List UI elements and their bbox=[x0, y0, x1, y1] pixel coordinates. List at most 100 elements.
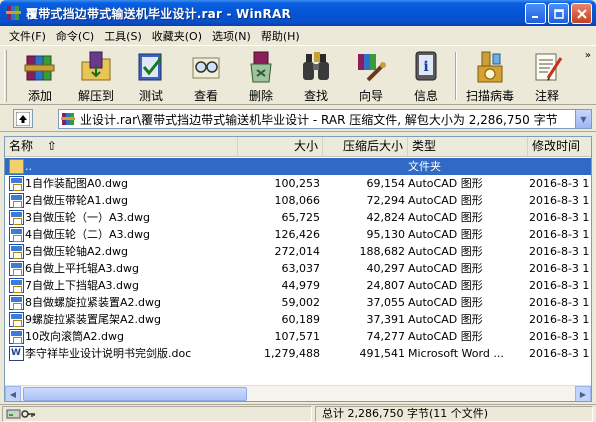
dwg-file-icon bbox=[9, 278, 24, 293]
address-dropdown-button[interactable]: ▼ bbox=[575, 110, 591, 128]
wizard-button[interactable]: 向导 bbox=[343, 48, 399, 104]
svg-text:i: i bbox=[423, 59, 428, 75]
parent-folder-row[interactable]: .. 文件夹 bbox=[5, 158, 591, 175]
table-row[interactable]: 4自做压轮（二）A3.dwg 126,426 95,130 AutoCAD 图形 201… bbox=[5, 226, 591, 243]
toolbar-grip[interactable] bbox=[4, 50, 7, 102]
file-name: 李守祥毕业设计说明书完剑版.doc bbox=[25, 347, 192, 360]
winrar-app-icon[interactable] bbox=[6, 5, 22, 21]
menu-tools[interactable]: 工具(S) bbox=[99, 28, 147, 44]
table-row[interactable]: 3自做压轮（一）A3.dwg 65,725 42,824 AutoCAD 图形 2016… bbox=[5, 209, 591, 226]
toolbar-overflow-chevron-icon[interactable]: » bbox=[585, 50, 591, 61]
file-modified: 2016-8-3 1 bbox=[529, 245, 590, 258]
scroll-thumb[interactable] bbox=[23, 387, 247, 401]
file-size: 59,002 bbox=[281, 296, 321, 309]
file-type: AutoCAD 图形 bbox=[408, 313, 483, 326]
column-modified-header[interactable]: 修改时间 bbox=[528, 137, 591, 156]
file-packed-size: 42,824 bbox=[366, 211, 406, 224]
file-modified: 2016-8-3 1 bbox=[529, 330, 590, 343]
table-row[interactable]: 6自做上平托辊A3.dwg 63,037 40,297 AutoCAD 图形 2016-… bbox=[5, 260, 591, 277]
scroll-right-icon[interactable]: ▶ bbox=[575, 386, 591, 401]
file-name: 2自做压带轮A1.dwg bbox=[25, 194, 128, 207]
file-packed-size: 37,391 bbox=[366, 313, 406, 326]
info-button[interactable]: i 信息 bbox=[398, 48, 454, 104]
horizontal-scrollbar[interactable]: ◀ ▶ bbox=[5, 385, 591, 401]
table-row[interactable]: 7自做上下挡辊A3.dwg 44,979 24,807 AutoCAD 图形 2016-… bbox=[5, 277, 591, 294]
column-type-header[interactable]: 类型 bbox=[408, 137, 528, 156]
drive-icon bbox=[6, 409, 21, 419]
comment-icon bbox=[530, 50, 564, 84]
status-bar: 总计 2,286,750 字节(11 个文件) bbox=[0, 404, 596, 422]
menu-commands[interactable]: 命令(C) bbox=[51, 28, 99, 44]
table-row[interactable]: 2自做压带轮A1.dwg 108,066 72,294 AutoCAD 图形 2016-… bbox=[5, 192, 591, 209]
file-modified: 2016-8-3 1 bbox=[529, 262, 590, 275]
view-button[interactable]: 查看 bbox=[178, 48, 234, 104]
add-button[interactable]: 添加 bbox=[12, 48, 68, 104]
file-name: 9螺旋拉紧装置尾架A2.dwg bbox=[25, 313, 161, 326]
menu-options[interactable]: 选项(N) bbox=[207, 28, 256, 44]
sort-up-arrow-icon: ⇧ bbox=[46, 139, 57, 153]
maximize-button[interactable] bbox=[548, 3, 569, 24]
file-packed-size bbox=[325, 158, 405, 175]
file-packed-size: 188,682 bbox=[359, 245, 406, 258]
menu-file[interactable]: 文件(F) bbox=[4, 28, 51, 44]
up-one-level-button[interactable] bbox=[13, 109, 33, 128]
file-packed-size: 95,130 bbox=[366, 228, 406, 241]
test-button[interactable]: 测试 bbox=[123, 48, 179, 104]
table-row[interactable]: 5自做压轮轴A2.dwg 272,014 188,682 AutoCAD 图形 2016… bbox=[5, 243, 591, 260]
test-checkmark-icon bbox=[134, 50, 168, 84]
menu-bar: 文件(F) 命令(C) 工具(S) 收藏夹(O) 选项(N) 帮助(H) bbox=[0, 26, 596, 45]
virus-scan-label: 扫描病毒 bbox=[465, 89, 514, 103]
virus-scan-button[interactable]: 扫描病毒 bbox=[462, 48, 518, 104]
file-packed-size: 74,277 bbox=[366, 330, 406, 343]
title-bar[interactable]: 覆带式挡边带式输送机毕业设计.rar - WinRAR bbox=[0, 0, 596, 26]
comment-button[interactable]: 注释 bbox=[519, 48, 575, 104]
file-type: 文件夹 bbox=[408, 160, 441, 173]
close-button[interactable] bbox=[571, 3, 592, 24]
file-name: 8自做螺旋拉紧装置A2.dwg bbox=[25, 296, 161, 309]
file-type: Microsoft Word ... bbox=[408, 347, 504, 360]
file-type: AutoCAD 图形 bbox=[408, 245, 483, 258]
column-name-label: 名称 bbox=[9, 139, 34, 153]
menu-help[interactable]: 帮助(H) bbox=[256, 28, 305, 44]
view-glasses-icon bbox=[189, 50, 223, 84]
delete-button[interactable]: 删除 bbox=[233, 48, 289, 104]
table-row[interactable]: 李守祥毕业设计说明书完剑版.doc 1,279,488 491,541Microso… bbox=[5, 345, 591, 362]
column-packed-header[interactable]: 压缩后大小 bbox=[323, 137, 408, 156]
file-name: 4自做压轮（二）A3.dwg bbox=[25, 228, 150, 241]
extract-to-button[interactable]: 解压到 bbox=[68, 48, 124, 104]
file-type: AutoCAD 图形 bbox=[408, 228, 483, 241]
file-size: 60,189 bbox=[281, 313, 321, 326]
address-field[interactable]: 业设计.rar\覆带式挡边带式输送机毕业设计 - RAR 压缩文件, 解包大小为… bbox=[58, 109, 592, 129]
delete-recycle-icon bbox=[244, 50, 278, 84]
find-button[interactable]: 查找 bbox=[288, 48, 344, 104]
column-name-header[interactable]: 名称 ⇧ bbox=[5, 137, 238, 156]
rar-books-icon bbox=[23, 50, 57, 84]
file-size: 100,253 bbox=[274, 177, 321, 190]
column-header: 名称 ⇧ 大小 压缩后大小 类型 修改时间 bbox=[5, 137, 591, 157]
status-left-pane bbox=[2, 406, 312, 422]
scroll-left-icon[interactable]: ◀ bbox=[5, 386, 21, 401]
toolbar: 添加 解压到 测试 查看 删除 查找 向导 i 信息 扫描病毒 注释 » bbox=[0, 45, 596, 105]
find-label: 查找 bbox=[303, 89, 328, 103]
table-row[interactable]: 9螺旋拉紧装置尾架A2.dwg 60,189 37,391 AutoCAD 图形 201… bbox=[5, 311, 591, 328]
table-row[interactable]: 10改向滚筒A2.dwg 107,571 74,277 AutoCAD 图形 2016-… bbox=[5, 328, 591, 345]
up-arrow-icon bbox=[16, 111, 30, 126]
virus-scan-icon bbox=[473, 50, 507, 84]
file-type: AutoCAD 图形 bbox=[408, 330, 483, 343]
minimize-button[interactable] bbox=[525, 3, 546, 24]
column-size-header[interactable]: 大小 bbox=[238, 137, 323, 156]
file-modified: 2016-8-3 1 bbox=[529, 211, 590, 224]
window-title: 覆带式挡边带式输送机毕业设计.rar - WinRAR bbox=[26, 6, 291, 21]
file-list[interactable]: 名称 ⇧ 大小 压缩后大小 类型 修改时间 .. 文件夹 1自作装配图A0.dwg 1… bbox=[4, 136, 592, 402]
menu-favorites[interactable]: 收藏夹(O) bbox=[147, 28, 207, 44]
table-row[interactable]: 8自做螺旋拉紧装置A2.dwg 59,002 37,055 AutoCAD 图形 201… bbox=[5, 294, 591, 311]
folder-icon bbox=[9, 159, 24, 174]
file-name: 3自做压轮（一）A3.dwg bbox=[25, 211, 150, 224]
table-row[interactable]: 1自作装配图A0.dwg 100,253 69,154 AutoCAD 图形 2016-… bbox=[5, 175, 591, 192]
file-modified: 2016-8-3 1 bbox=[529, 228, 590, 241]
file-name: 6自做上平托辊A3.dwg bbox=[25, 262, 139, 275]
file-modified bbox=[529, 158, 591, 175]
view-label: 查看 bbox=[193, 89, 218, 103]
file-size: 272,014 bbox=[274, 245, 321, 258]
file-packed-size: 37,055 bbox=[366, 296, 406, 309]
